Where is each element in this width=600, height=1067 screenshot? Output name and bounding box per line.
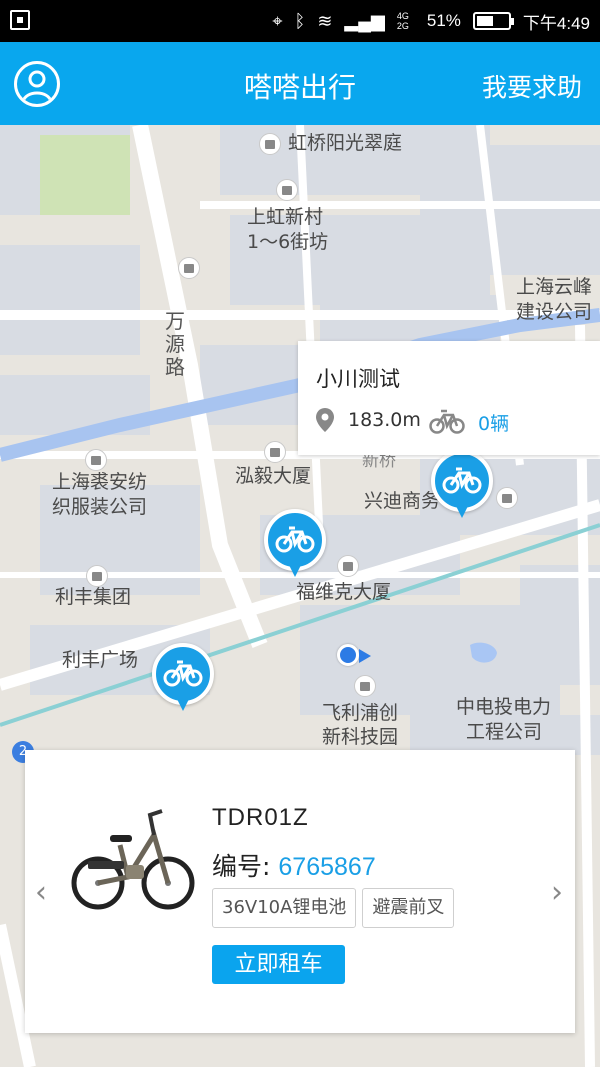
poi-label: 织服装公司 — [52, 496, 148, 518]
building-icon — [354, 675, 376, 697]
help-button[interactable]: 我要求助 — [482, 68, 582, 104]
bike-info-card: ‹ › TDR01Z 编号: 6765867 36V10A锂电池 避震前叉 立即… — [25, 750, 575, 1033]
poi-label: 中电投电力 — [456, 696, 552, 718]
bike-tags: 36V10A锂电池 避震前叉 — [212, 888, 455, 928]
chevron-right-icon[interactable]: › — [551, 875, 563, 910]
road-label: 万源路 — [165, 309, 185, 379]
available-bike-count: 0辆 — [478, 413, 510, 435]
screenshot-icon — [10, 10, 30, 30]
building-icon — [337, 555, 359, 577]
signal-icon: ▂▄▆ — [344, 11, 385, 31]
battery-icon — [472, 12, 514, 30]
station-popup[interactable]: 小川测试 183.0m 0辆 — [298, 341, 600, 455]
bike-marker[interactable] — [264, 509, 326, 583]
bike-photo — [71, 809, 195, 910]
building-icon — [264, 441, 286, 463]
battery-percent: 51% — [426, 11, 461, 30]
chevron-left-icon[interactable]: ‹ — [35, 875, 47, 910]
poi-label: 上海裘安纺 — [52, 471, 148, 493]
building-icon — [496, 487, 518, 509]
poi-label: 福维克大厦 — [296, 581, 392, 603]
bike-marker[interactable] — [431, 450, 493, 524]
wifi-icon: ≋ — [317, 11, 333, 31]
poi-label: 泓毅大厦 — [235, 465, 312, 487]
building-icon — [276, 179, 298, 201]
poi-label: 虹桥阳光翠庭 — [288, 132, 403, 154]
bike-icon — [442, 467, 482, 494]
poi-label: 新科技园 — [322, 726, 399, 748]
bluetooth-icon: ᛒ — [294, 11, 306, 31]
bike-icon — [163, 660, 203, 687]
poi-label: 工程公司 — [466, 721, 543, 743]
bike-code-row: 编号: 6765867 — [212, 847, 376, 883]
building-icon — [259, 133, 281, 155]
bike-marker[interactable] — [152, 643, 214, 717]
poi-label: 建设公司 — [516, 301, 593, 323]
rent-now-button[interactable]: 立即租车 — [212, 945, 345, 984]
bike-model: TDR01Z — [212, 804, 309, 831]
bike-tag: 避震前叉 — [362, 888, 455, 928]
building-icon — [178, 257, 200, 279]
my-location-marker — [337, 644, 371, 668]
building-icon — [85, 449, 107, 471]
poi-label: 飞利浦创 — [322, 702, 399, 724]
bike-tag: 36V10A锂电池 — [212, 888, 357, 928]
station-distance: 183.0m — [348, 409, 421, 431]
poi-label: 利丰广场 — [62, 649, 139, 671]
poi-label: 1～6街坊 — [247, 231, 329, 253]
app-header: 嗒嗒出行 我要求助 — [0, 42, 600, 125]
location-pin-icon — [316, 408, 334, 432]
status-bar: ⌖ ᛒ ≋ ▂▄▆ 4G 2G 51% 下午4:49 — [0, 0, 600, 42]
bike-icon — [429, 409, 465, 434]
bike-code-label: 编号: — [212, 852, 271, 881]
network-type: 4G 2G — [396, 11, 409, 31]
location-icon: ⌖ — [272, 11, 283, 31]
poi-label: 兴迪商务 — [364, 490, 441, 512]
poi-label: 上海云峰 — [516, 276, 593, 298]
bike-icon — [275, 526, 315, 553]
bike-code: 6765867 — [278, 853, 376, 881]
clock: 下午4:49 — [522, 13, 590, 33]
poi-label: 利丰集团 — [55, 586, 132, 608]
poi-label: 上虹新村 — [247, 206, 324, 228]
station-name: 小川测试 — [316, 367, 400, 391]
dot-icon — [86, 565, 108, 587]
